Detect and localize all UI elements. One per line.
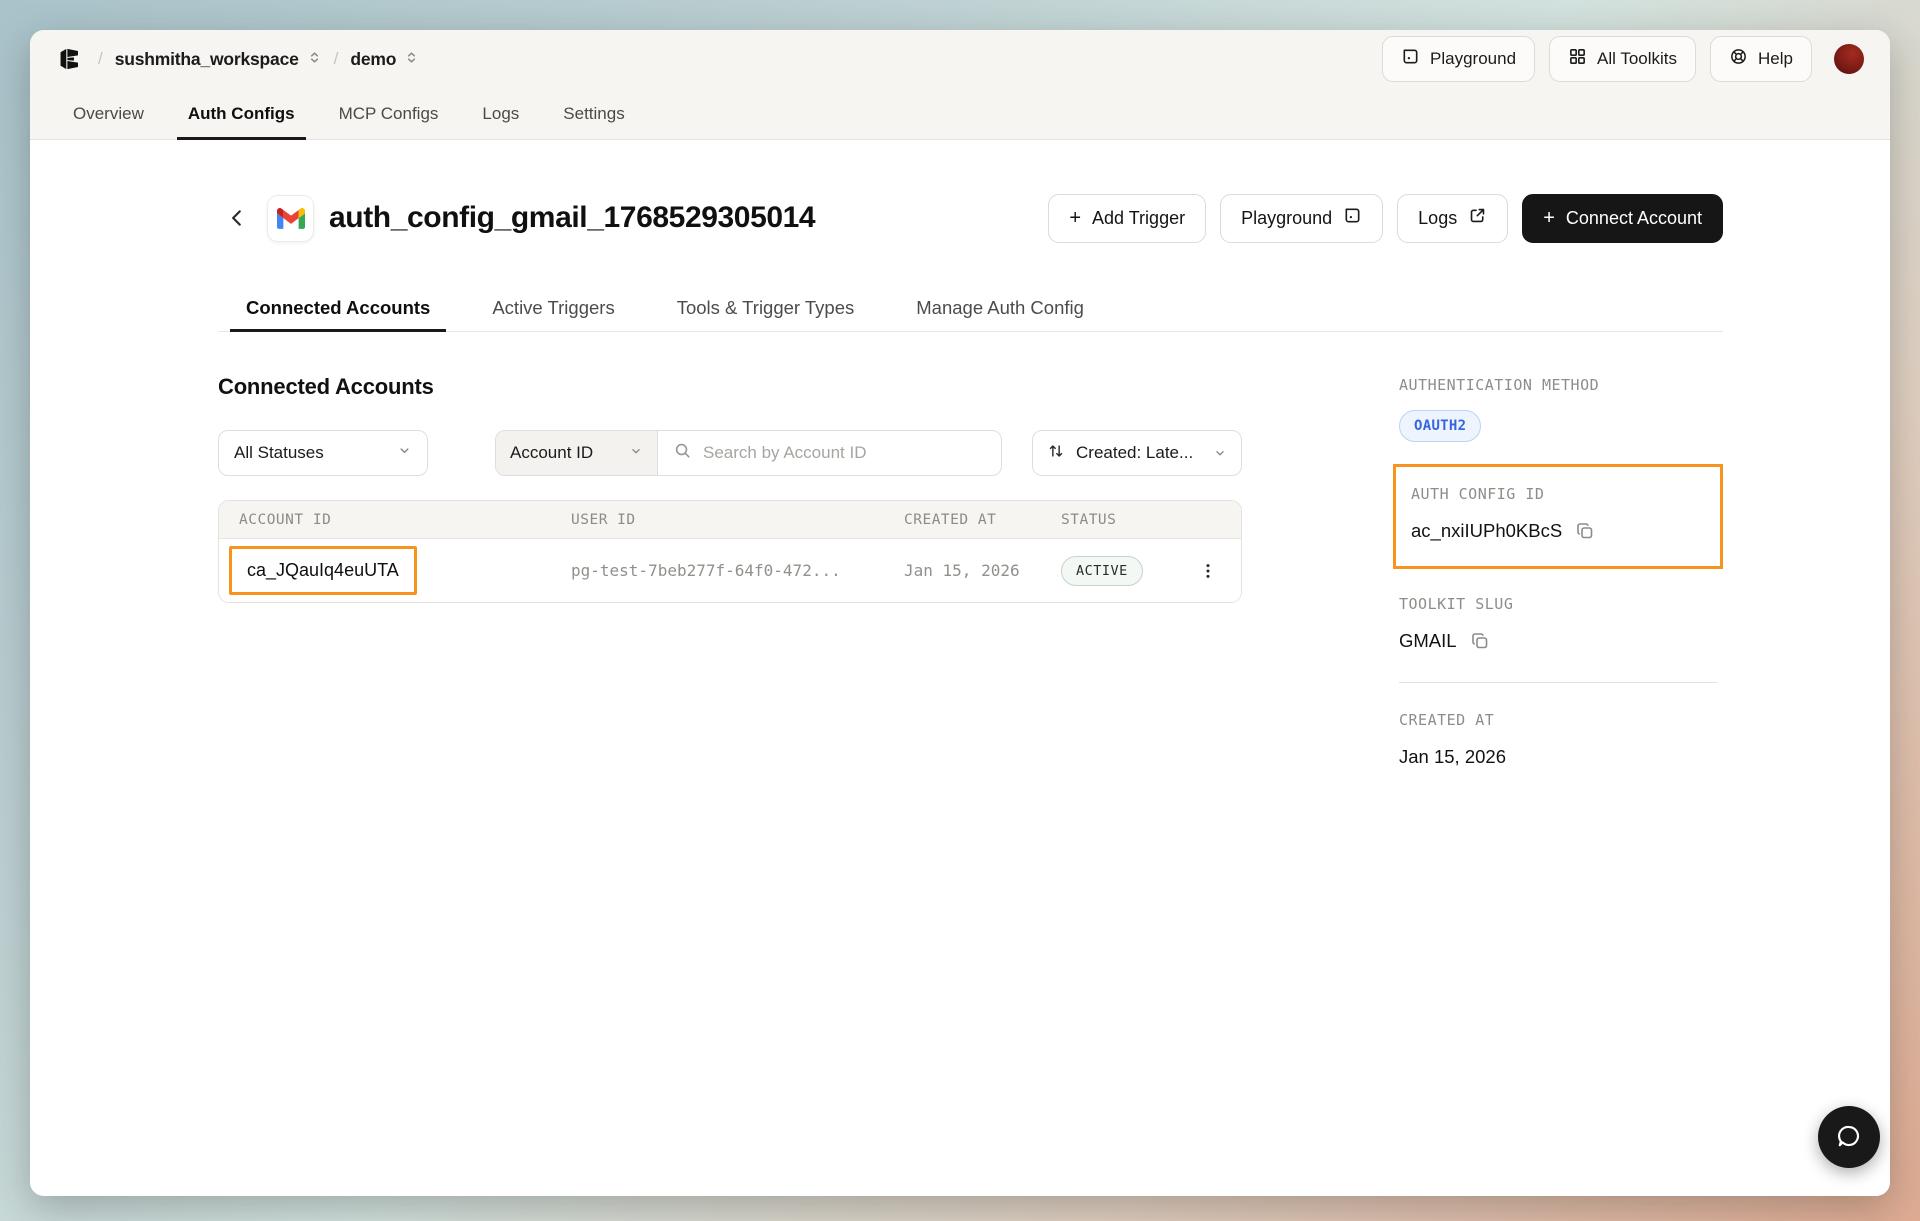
- copy-icon[interactable]: [1470, 631, 1490, 651]
- auth-config-details-panel: AUTHENTICATION METHOD OAUTH2 AUTH CONFIG…: [1399, 374, 1723, 768]
- add-trigger-label: Add Trigger: [1092, 208, 1185, 229]
- all-toolkits-label: All Toolkits: [1597, 49, 1677, 69]
- lifebuoy-icon: [1729, 47, 1748, 71]
- breadcrumb-separator: /: [334, 49, 339, 69]
- sort-arrows-icon: [1047, 442, 1065, 465]
- section-heading: Connected Accounts: [218, 374, 1242, 400]
- project-name: demo: [350, 49, 396, 70]
- main-tab-bar: Overview Auth Configs MCP Configs Logs S…: [30, 88, 1890, 140]
- add-trigger-button[interactable]: + Add Trigger: [1048, 194, 1206, 243]
- help-button[interactable]: Help: [1710, 36, 1812, 82]
- authentication-method-label: AUTHENTICATION METHOD: [1399, 376, 1723, 394]
- main-content: auth_config_gmail_1768529305014 + Add Tr…: [30, 140, 1890, 1196]
- created-at-value: Jan 15, 2026: [1399, 746, 1506, 768]
- column-header-status: STATUS: [1061, 512, 1241, 528]
- account-id-cell: ca_JQauIq4euUTA: [219, 546, 571, 595]
- auth-config-id-value: ac_nxiIUPh0KBcS: [1411, 520, 1562, 542]
- tab-settings[interactable]: Settings: [546, 88, 641, 139]
- page-title: auth_config_gmail_1768529305014: [329, 201, 815, 235]
- copy-icon[interactable]: [1575, 521, 1595, 541]
- back-button[interactable]: [222, 203, 252, 233]
- logs-link-button[interactable]: Logs: [1397, 194, 1508, 243]
- playground-link-button[interactable]: Playground: [1220, 194, 1383, 243]
- playground-label: Playground: [1430, 49, 1516, 69]
- page-header: auth_config_gmail_1768529305014 + Add Tr…: [218, 192, 1723, 244]
- page-actions: + Add Trigger Playground: [1048, 194, 1723, 243]
- created-at-cell: Jan 15, 2026: [904, 561, 1061, 580]
- chat-support-button[interactable]: [1818, 1106, 1880, 1168]
- subtab-tools-trigger-types[interactable]: Tools & Trigger Types: [661, 284, 871, 331]
- toolkit-slug-label: TOOLKIT SLUG: [1399, 595, 1723, 613]
- chevron-down-icon: [1213, 446, 1227, 460]
- chevron-down-icon: [397, 443, 412, 463]
- search-icon: [673, 441, 692, 465]
- subtab-active-triggers[interactable]: Active Triggers: [476, 284, 630, 331]
- account-id-highlight: ca_JQauIq4euUTA: [229, 546, 417, 595]
- sort-select[interactable]: Created: Late...: [1032, 430, 1242, 476]
- column-header-created-at: CREATED AT: [904, 512, 1061, 528]
- filters-row: All Statuses Account ID: [218, 430, 1242, 476]
- user-avatar[interactable]: [1834, 44, 1864, 74]
- workspace-selector[interactable]: sushmitha_workspace: [115, 49, 322, 70]
- top-bar: / sushmitha_workspace / demo: [30, 30, 1890, 88]
- auth-config-id-label: AUTH CONFIG ID: [1411, 485, 1705, 503]
- search-input[interactable]: [703, 443, 986, 463]
- search-field-value: Account ID: [510, 443, 593, 463]
- chevron-down-icon: [629, 443, 643, 463]
- row-menu-button[interactable]: [1189, 552, 1227, 590]
- all-toolkits-button[interactable]: All Toolkits: [1549, 36, 1696, 82]
- composio-logo-icon[interactable]: [56, 46, 82, 72]
- playground-icon: [1401, 47, 1420, 71]
- playground-button[interactable]: Playground: [1382, 36, 1535, 82]
- subtab-manage-auth-config[interactable]: Manage Auth Config: [900, 284, 1100, 331]
- table-row[interactable]: ca_JQauIq4euUTA pg-test-7beb277f-64f0-47…: [219, 539, 1241, 602]
- chevron-up-down-icon: [404, 50, 419, 68]
- created-at-label: CREATED AT: [1399, 711, 1723, 729]
- user-id-cell: pg-test-7beb277f-64f0-472...: [571, 561, 904, 580]
- help-label: Help: [1758, 49, 1793, 69]
- toolkit-slug-value: GMAIL: [1399, 630, 1457, 652]
- subtab-connected-accounts[interactable]: Connected Accounts: [230, 284, 446, 331]
- sort-value: Created: Late...: [1076, 443, 1193, 463]
- connected-accounts-section: Connected Accounts All Statuses Account …: [218, 374, 1242, 603]
- top-bar-actions: Playground All Toolkits: [1382, 36, 1864, 82]
- search-field-select[interactable]: Account ID: [496, 431, 658, 475]
- detail-tab-bar: Connected Accounts Active Triggers Tools…: [218, 284, 1723, 332]
- speech-bubble-icon: [1834, 1121, 1864, 1154]
- breadcrumb-separator: /: [98, 49, 103, 69]
- auth-config-id-highlight: AUTH CONFIG ID ac_nxiIUPh0KBcS: [1393, 464, 1723, 569]
- connect-account-label: Connect Account: [1566, 208, 1702, 229]
- column-header-account-id: ACCOUNT ID: [219, 512, 571, 528]
- status-cell: ACTIVE: [1061, 552, 1241, 590]
- accounts-table: ACCOUNT ID USER ID CREATED AT STATUS ca_…: [218, 500, 1242, 603]
- status-badge: ACTIVE: [1061, 556, 1143, 586]
- status-filter-value: All Statuses: [234, 443, 324, 463]
- table-header-row: ACCOUNT ID USER ID CREATED AT STATUS: [219, 501, 1241, 539]
- grid-icon: [1568, 47, 1587, 71]
- plus-icon: +: [1069, 208, 1081, 228]
- tab-logs[interactable]: Logs: [465, 88, 536, 139]
- tab-overview[interactable]: Overview: [56, 88, 161, 139]
- status-filter-select[interactable]: All Statuses: [218, 430, 428, 476]
- search-group: Account ID: [495, 430, 1002, 476]
- logs-link-label: Logs: [1418, 208, 1457, 229]
- playground-icon: [1343, 206, 1362, 230]
- tab-auth-configs[interactable]: Auth Configs: [171, 88, 312, 139]
- plus-icon: +: [1543, 208, 1555, 228]
- app-window: / sushmitha_workspace / demo: [30, 30, 1890, 1196]
- chevron-up-down-icon: [307, 50, 322, 68]
- external-link-icon: [1468, 206, 1487, 230]
- tab-mcp-configs[interactable]: MCP Configs: [322, 88, 456, 139]
- column-header-user-id: USER ID: [571, 512, 904, 528]
- playground-link-label: Playground: [1241, 208, 1332, 229]
- authentication-method-badge: OAUTH2: [1399, 410, 1481, 442]
- project-selector[interactable]: demo: [350, 49, 419, 70]
- panel-divider: [1399, 682, 1717, 683]
- connect-account-button[interactable]: + Connect Account: [1522, 194, 1723, 243]
- gmail-icon: [267, 195, 314, 242]
- workspace-name: sushmitha_workspace: [115, 49, 299, 70]
